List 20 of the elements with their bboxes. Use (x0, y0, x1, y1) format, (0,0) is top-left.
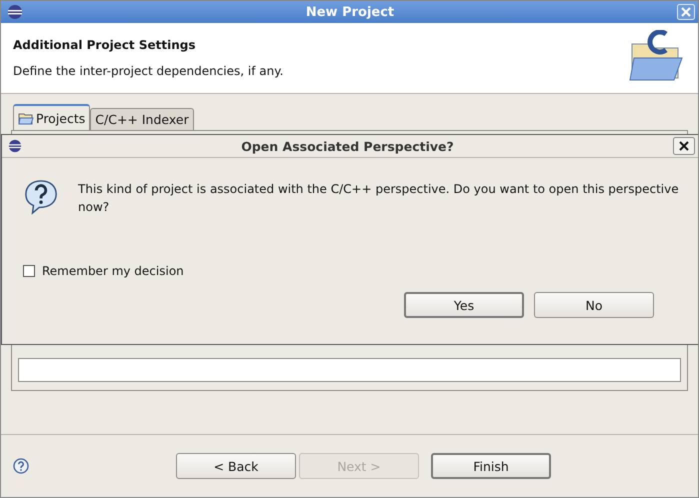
dialog-button[interactable]: No (534, 292, 654, 318)
folder-icon (18, 112, 34, 125)
dialog-title: Open Associated Perspective? (240, 138, 455, 154)
tab[interactable]: C/C++ Indexer (90, 108, 194, 130)
eclipse-icon (7, 4, 23, 20)
project-list[interactable] (18, 358, 681, 382)
dialog-message: This kind of project is associated with the C/C++ perspective. Do you want to open this perspective now? (78, 181, 679, 216)
window-title: New Project (304, 4, 396, 20)
eclipse-icon (8, 139, 22, 153)
question-icon (24, 178, 58, 216)
wizard-button[interactable]: < Back (176, 453, 296, 479)
help-icon[interactable] (13, 458, 29, 474)
dialog-button[interactable]: Yes (404, 292, 524, 318)
page-title: Additional Project Settings (13, 38, 196, 52)
wizard-button[interactable]: Finish (431, 453, 551, 479)
page-description: Define the inter-project dependencies, if any. (13, 64, 284, 78)
tab[interactable]: Projects (13, 104, 90, 130)
checkbox-label: Remember my decision (42, 264, 184, 278)
close-icon[interactable] (673, 137, 695, 155)
checkbox[interactable] (23, 265, 35, 277)
